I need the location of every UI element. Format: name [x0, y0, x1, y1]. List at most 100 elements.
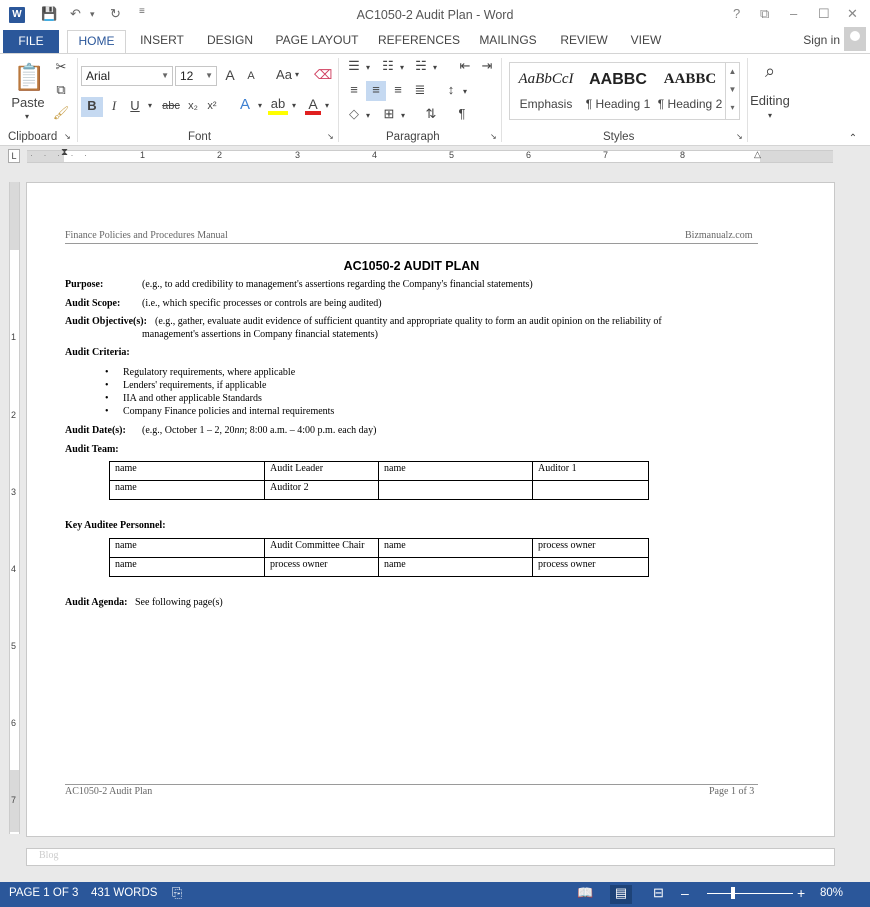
numbering-icon[interactable]: ☷: [379, 57, 397, 77]
bullets-icon[interactable]: ☰: [345, 57, 363, 77]
style-heading-2[interactable]: AABBC ¶ Heading 2: [656, 63, 724, 119]
zoom-out-button[interactable]: –: [681, 885, 689, 901]
decrease-indent-icon[interactable]: ⇤: [456, 57, 474, 77]
table-cell[interactable]: name: [109, 461, 265, 481]
align-left-icon[interactable]: ≡: [345, 81, 363, 101]
align-right-icon[interactable]: ≡: [389, 81, 407, 101]
cut-icon[interactable]: ✂: [52, 58, 70, 78]
table-cell[interactable]: Audit Leader: [264, 461, 379, 481]
print-layout-icon[interactable]: ▤: [610, 885, 632, 904]
table-cell[interactable]: name: [109, 480, 265, 500]
tab-review[interactable]: REVIEW: [556, 30, 612, 54]
shrink-font-icon[interactable]: A: [244, 67, 258, 87]
shading-icon[interactable]: ◇: [345, 105, 363, 125]
font-launcher-icon[interactable]: ↘: [327, 131, 334, 143]
table-cell[interactable]: Audit Committee Chair: [264, 538, 379, 558]
next-page[interactable]: Blog: [27, 849, 834, 865]
bullets-dropdown-icon[interactable]: ▾: [364, 59, 372, 79]
binoculars-icon[interactable]: ⌕: [758, 62, 782, 82]
avatar[interactable]: [844, 27, 866, 51]
vertical-ruler[interactable]: 1 2 3 4 5 6 7: [9, 182, 20, 834]
proofing-icon[interactable]: ⎘: [172, 885, 182, 901]
text-effects-icon[interactable]: A: [236, 96, 254, 116]
tab-mailings[interactable]: MAILINGS: [474, 30, 542, 54]
font-color-icon[interactable]: A: [305, 95, 321, 115]
right-indent-marker-icon[interactable]: △: [754, 149, 761, 160]
paste-icon[interactable]: 📋: [13, 60, 45, 94]
tab-home[interactable]: HOME: [67, 30, 126, 55]
zoom-in-button[interactable]: +: [797, 885, 805, 901]
document-page[interactable]: Finance Policies and Procedures Manual B…: [27, 183, 834, 836]
show-formatting-icon[interactable]: ¶: [453, 105, 471, 125]
close-button[interactable]: ✕: [847, 6, 858, 22]
font-name-combo[interactable]: Arial ▼: [81, 66, 173, 86]
paste-dropdown-icon[interactable]: ▾: [22, 108, 32, 128]
sign-in-link[interactable]: Sign in: [803, 33, 840, 47]
table-cell[interactable]: name: [109, 538, 265, 558]
borders-icon[interactable]: ⊞: [380, 105, 398, 125]
more-styles-icon[interactable]: ▾: [726, 99, 739, 117]
table-cell[interactable]: name: [378, 557, 533, 577]
style-heading-1[interactable]: AABBC ¶ Heading 1: [582, 63, 654, 119]
line-spacing-dropdown-icon[interactable]: ▾: [461, 83, 469, 103]
tab-file[interactable]: FILE: [3, 30, 59, 54]
underline-dropdown-icon[interactable]: ▾: [146, 97, 154, 117]
zoom-slider-handle[interactable]: [731, 887, 735, 899]
zoom-level[interactable]: 80%: [820, 887, 843, 899]
table-cell[interactable]: name: [378, 538, 533, 558]
word-count[interactable]: 431 WORDS: [91, 887, 157, 899]
sort-icon[interactable]: ⇅: [422, 105, 440, 125]
underline-button[interactable]: U: [127, 97, 143, 117]
styles-scroll[interactable]: ▲ ▼ ▾: [725, 63, 739, 119]
italic-button[interactable]: I: [106, 97, 122, 117]
tab-page-layout[interactable]: PAGE LAYOUT: [271, 30, 363, 54]
multilevel-dropdown-icon[interactable]: ▾: [431, 59, 439, 79]
borders-dropdown-icon[interactable]: ▾: [399, 107, 407, 127]
line-spacing-icon[interactable]: ↕: [442, 81, 460, 101]
editing-dropdown-icon[interactable]: ▾: [765, 107, 775, 127]
change-case-dropdown-icon[interactable]: ▾: [293, 66, 301, 86]
highlight-dropdown-icon[interactable]: ▾: [290, 97, 298, 117]
change-case-icon[interactable]: Aa: [273, 66, 295, 86]
horizontal-ruler[interactable]: · · · · · ⧗ 1 2 3 4 5 6 7 8 △: [27, 147, 833, 163]
grow-font-icon[interactable]: A: [222, 66, 238, 86]
text-effects-dropdown-icon[interactable]: ▾: [256, 97, 264, 117]
minimize-button[interactable]: –: [790, 6, 797, 21]
numbering-dropdown-icon[interactable]: ▾: [398, 59, 406, 79]
center-icon[interactable]: ≡: [366, 81, 386, 101]
format-painter-icon[interactable]: 🖌: [52, 104, 70, 124]
table-cell[interactable]: [378, 480, 533, 500]
tab-view[interactable]: VIEW: [624, 30, 668, 54]
shading-dropdown-icon[interactable]: ▾: [364, 107, 372, 127]
style-emphasis[interactable]: AaBbCcI Emphasis: [510, 63, 582, 119]
strikethrough-button[interactable]: abc: [160, 97, 182, 117]
help-button[interactable]: ?: [733, 6, 740, 21]
web-layout-icon[interactable]: ⊟: [653, 885, 664, 901]
font-color-dropdown-icon[interactable]: ▾: [323, 97, 331, 117]
table-cell[interactable]: [532, 480, 649, 500]
tab-insert[interactable]: INSERT: [134, 30, 190, 54]
superscript-button[interactable]: x²: [204, 97, 220, 117]
multilevel-list-icon[interactable]: ☵: [412, 57, 430, 77]
clipboard-launcher-icon[interactable]: ↘: [64, 131, 71, 143]
table-cell[interactable]: name: [378, 461, 533, 481]
chevron-down-icon[interactable]: ▼: [726, 81, 739, 99]
chevron-up-icon[interactable]: ▲: [726, 63, 739, 81]
tab-selector-icon[interactable]: L: [8, 149, 20, 163]
styles-launcher-icon[interactable]: ↘: [736, 131, 743, 143]
ribbon-display-options-button[interactable]: ⧉: [760, 6, 769, 22]
tab-references[interactable]: REFERENCES: [376, 30, 462, 54]
bold-button[interactable]: B: [81, 97, 103, 117]
paragraph-launcher-icon[interactable]: ↘: [490, 131, 497, 143]
page-count[interactable]: PAGE 1 OF 3: [9, 887, 78, 899]
font-size-combo[interactable]: 12 ▼: [175, 66, 217, 86]
read-mode-icon[interactable]: 📖: [577, 885, 593, 901]
restore-button[interactable]: ☐: [818, 6, 830, 22]
increase-indent-icon[interactable]: ⇥: [478, 57, 496, 77]
clear-formatting-icon[interactable]: ⌫: [314, 66, 332, 86]
highlight-icon[interactable]: ab: [268, 95, 288, 115]
zoom-slider[interactable]: [707, 893, 793, 894]
table-cell[interactable]: Auditor 2: [264, 480, 379, 500]
table-cell[interactable]: process owner: [532, 538, 649, 558]
indent-marker-icon[interactable]: ⧗: [61, 147, 68, 158]
